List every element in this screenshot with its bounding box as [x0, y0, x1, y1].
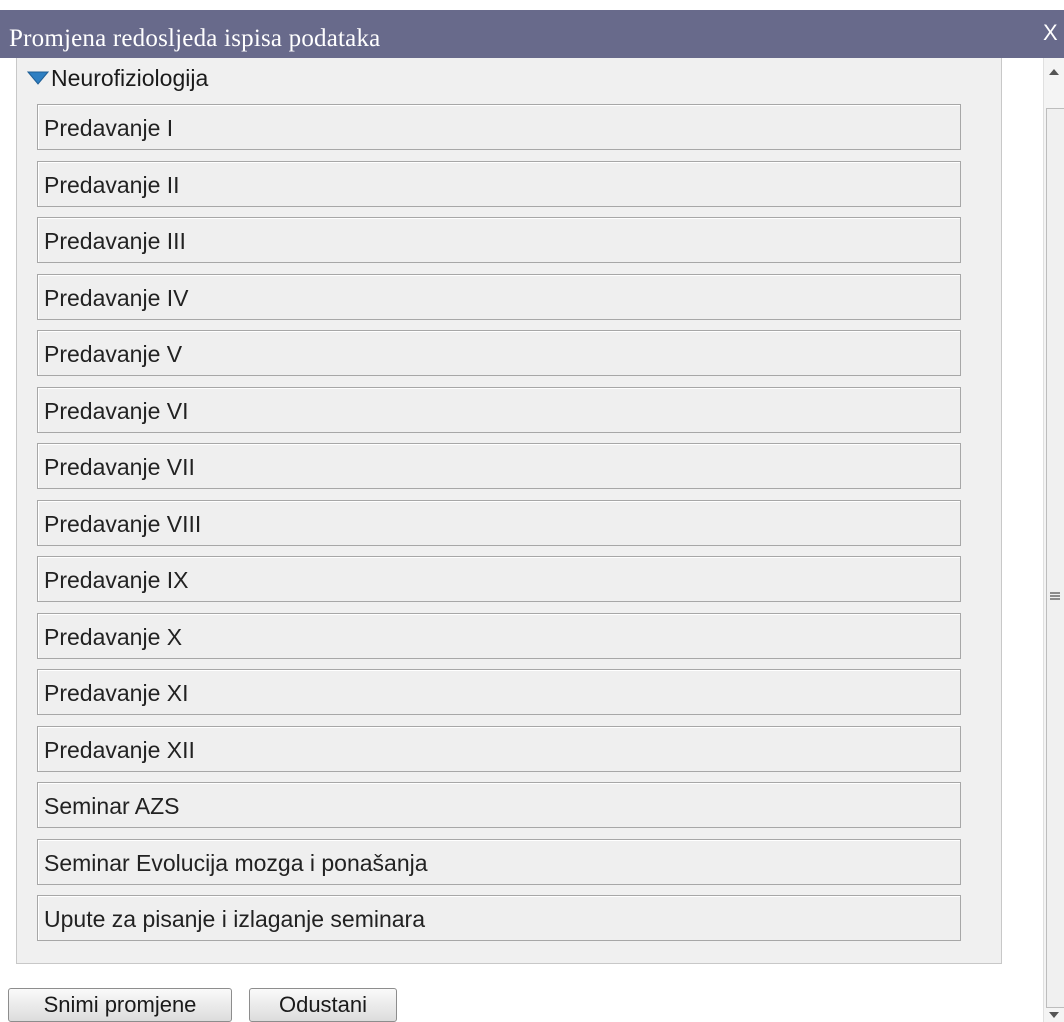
- cancel-button[interactable]: Odustani: [249, 988, 397, 1022]
- triangle-down-icon: [27, 71, 49, 85]
- group-label: Neurofiziologija: [51, 64, 209, 91]
- reorder-item[interactable]: Predavanje VI: [37, 386, 961, 433]
- reorder-item[interactable]: Predavanje I: [37, 104, 961, 150]
- vertical-scrollbar[interactable]: [1043, 58, 1064, 1022]
- scroll-up-arrow-icon[interactable]: [1048, 68, 1060, 76]
- scroll-thumb[interactable]: [1046, 108, 1064, 1008]
- close-button[interactable]: X: [1043, 20, 1058, 46]
- reorder-item[interactable]: Seminar AZS: [37, 782, 961, 828]
- reorder-item[interactable]: Predavanje V: [37, 330, 961, 376]
- dialog-titlebar: Promjena redosljeda ispisa podataka X: [0, 10, 1064, 58]
- grip-icon: [1050, 592, 1060, 600]
- reorder-item[interactable]: Predavanje VII: [37, 443, 961, 489]
- group-header-neurofiziologija[interactable]: Neurofiziologija: [27, 62, 208, 94]
- reorder-item[interactable]: Predavanje IX: [37, 556, 961, 602]
- save-changes-button[interactable]: Snimi promjene: [8, 988, 232, 1022]
- reorder-group: Neurofiziologija Predavanje I Predavanje …: [16, 58, 1002, 964]
- reorder-item[interactable]: Seminar Evolucija mozga i ponašanja: [37, 838, 961, 885]
- reorder-item[interactable]: Predavanje X: [37, 612, 961, 659]
- reorder-item[interactable]: Predavanje XI: [37, 669, 961, 715]
- reorder-item[interactable]: Predavanje IV: [37, 273, 961, 320]
- scroll-down-arrow-icon[interactable]: [1048, 1011, 1060, 1019]
- reorder-item[interactable]: Predavanje III: [37, 217, 961, 263]
- reorder-item[interactable]: Predavanje VIII: [37, 499, 961, 546]
- reorder-item[interactable]: Upute za pisanje i izlaganje seminara: [37, 895, 961, 941]
- dialog-title: Promjena redosljeda ispisa podataka: [9, 25, 381, 52]
- reorder-item[interactable]: Predavanje XII: [37, 725, 961, 772]
- reorder-item[interactable]: Predavanje II: [37, 160, 961, 207]
